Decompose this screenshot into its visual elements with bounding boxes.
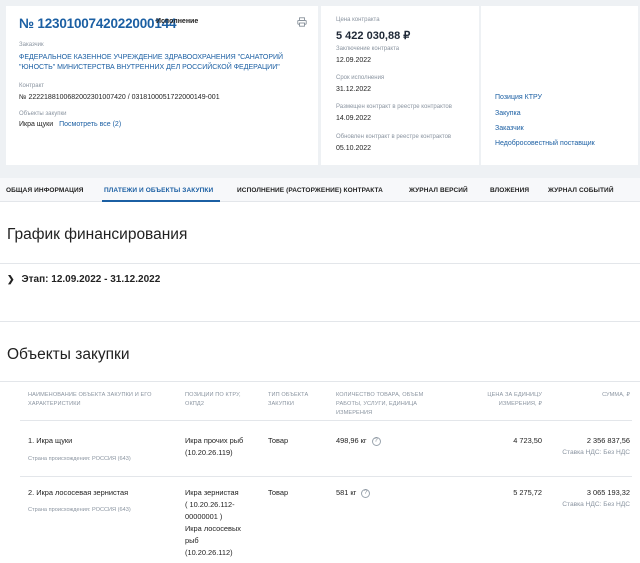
tab-events[interactable]: ЖУРНАЛ СОБЫТИЙ [548, 187, 614, 194]
row-quantity: 498,96 кг? [336, 435, 381, 446]
customer-link[interactable]: Заказчик [495, 125, 524, 132]
col-unit-price: ЦЕНА ЗА ЕДИНИЦУ ИЗМЕРЕНИЯ, ₽ [487, 392, 542, 407]
divider [20, 420, 632, 421]
conclusion-label: Заключение контракта [336, 46, 400, 52]
tab-execution[interactable]: ИСПОЛНЕНИЕ (РАСТОРЖЕНИЕ) КОНТРАКТА [237, 187, 383, 194]
col-sum: СУММА, ₽ [602, 392, 630, 398]
divider [0, 263, 640, 264]
col-type: ТИП ОБЪЕКТА ЗАКУПКИ [268, 392, 309, 407]
row-position-code: (10.20.26.119) [185, 448, 233, 457]
row-origin: Страна происхождения: РОССИЯ (643) [28, 456, 131, 462]
related-links-card: Позиция КТРУ Закупка Заказчик Недобросов… [481, 6, 638, 165]
row-vat: Ставка НДС: Без НДС [562, 501, 630, 508]
row-position: Икра зернистая [185, 488, 239, 497]
row-type: Товар [268, 436, 289, 445]
help-icon[interactable]: ? [371, 436, 381, 446]
contract-number: № 1230100742022000144 [19, 16, 177, 31]
row-sum: 3 065 193,32 [586, 488, 630, 497]
col-quantity: КОЛИЧЕСТВО ТОВАРА, ОБЪЕМ РАБОТЫ, УСЛУГИ,… [336, 392, 424, 416]
row-quantity-value: 498,96 кг [336, 436, 367, 445]
purchase-link[interactable]: Закупка [495, 110, 521, 117]
customer-name-link[interactable]: ФЕДЕРАЛЬНОЕ КАЗЕННОЕ УЧРЕЖДЕНИЕ ЗДРАВООХ… [19, 53, 309, 73]
registry-value: 14.09.2022 [336, 115, 372, 122]
registry-label: Размещен контракт в реестре контрактов [336, 104, 452, 110]
stage-label: Этап: 12.09.2022 - 31.12.2022 [21, 274, 161, 285]
active-tab-indicator [102, 200, 220, 202]
objects-value: Икра щуки Посмотреть все (2) [19, 120, 121, 130]
divider [0, 381, 640, 382]
status-badge: Исполнение [156, 18, 199, 25]
row-vat: Ставка НДС: Без НДС [562, 449, 630, 456]
row-position-2-cont: рыб [185, 536, 199, 545]
tab-versions[interactable]: ЖУРНАЛ ВЕРСИЙ [409, 187, 468, 194]
divider [0, 321, 640, 322]
contract-details-card: Цена контракта 5 422 030,88 ₽ Заключение… [321, 6, 479, 165]
tab-general[interactable]: ОБЩАЯ ИНФОРМАЦИЯ [6, 187, 84, 194]
row-position-2: Икра лососевых [185, 524, 241, 533]
row-position: Икра прочих рыб [185, 436, 244, 445]
tab-payments[interactable]: ПЛАТЕЖИ И ОБЪЕКТЫ ЗАКУПКИ [104, 187, 213, 194]
row-sum: 2 356 837,56 [586, 436, 630, 445]
tab-bar: ОБЩАЯ ИНФОРМАЦИЯ ПЛАТЕЖИ И ОБЪЕКТЫ ЗАКУП… [0, 178, 640, 202]
schedule-title: График финансирования [7, 226, 188, 243]
tab-attachments[interactable]: ВЛОЖЕНИЯ [490, 187, 529, 194]
help-icon[interactable]: ? [361, 488, 371, 498]
updated-value: 05.10.2022 [336, 145, 372, 152]
customer-label: Заказчик [19, 42, 44, 48]
term-label: Срок исполнения [336, 75, 385, 81]
conclusion-value: 12.09.2022 [336, 57, 372, 64]
row-position-code: (10.20.26.112) [185, 548, 233, 557]
price-label: Цена контракта [336, 17, 380, 23]
contract-value: № 2222188100682002301007420 / 0318100051… [19, 94, 220, 101]
term-value: 31.12.2022 [336, 86, 372, 93]
objects-title: Объекты закупки [7, 346, 130, 363]
ktru-link[interactable]: Позиция КТРУ [495, 94, 542, 101]
row-quantity-value: 581 кг [336, 488, 357, 497]
price-value: 5 422 030,88 ₽ [336, 30, 411, 42]
row-origin: Страна происхождения: РОССИЯ (643) [28, 507, 131, 513]
col-name: НАИМЕНОВАНИЕ ОБЪЕКТА ЗАКУПКИ И ЕГО ХАРАК… [28, 392, 152, 407]
row-name: 2. Икра лососевая зернистая [28, 488, 129, 497]
stage-toggle[interactable]: ❯ Этап: 12.09.2022 - 31.12.2022 [7, 274, 160, 285]
objects-label: Объекты закупки [19, 111, 67, 117]
ktru-code-link[interactable]: ( 10.20.26.112- [185, 499, 235, 510]
view-all-link[interactable]: Посмотреть все (2) [59, 121, 121, 128]
chevron-right-icon: ❯ [7, 274, 15, 284]
row-quantity: 581 кг? [336, 487, 371, 498]
row-type: Товар [268, 488, 289, 497]
divider [20, 476, 632, 477]
supplier-link[interactable]: Недобросовестный поставщик [495, 140, 595, 147]
updated-label: Обновлен контракт в реестре контрактов [336, 134, 452, 140]
contract-label: Контракт [19, 83, 45, 89]
ktru-code-link-cont[interactable]: 00000001 ) [185, 511, 222, 522]
contract-summary-card: № 1230100742022000144 Исполнение Заказчи… [6, 6, 318, 165]
contract-header: № 1230100742022000144 Исполнение Заказчи… [0, 0, 640, 178]
objects-first: Икра щуки [19, 121, 54, 128]
row-name: 1. Икра щуки [28, 436, 73, 445]
col-positions: ПОЗИЦИИ ПО КТРУ, ОКПД2 [185, 392, 241, 407]
printer-icon[interactable] [297, 17, 307, 27]
